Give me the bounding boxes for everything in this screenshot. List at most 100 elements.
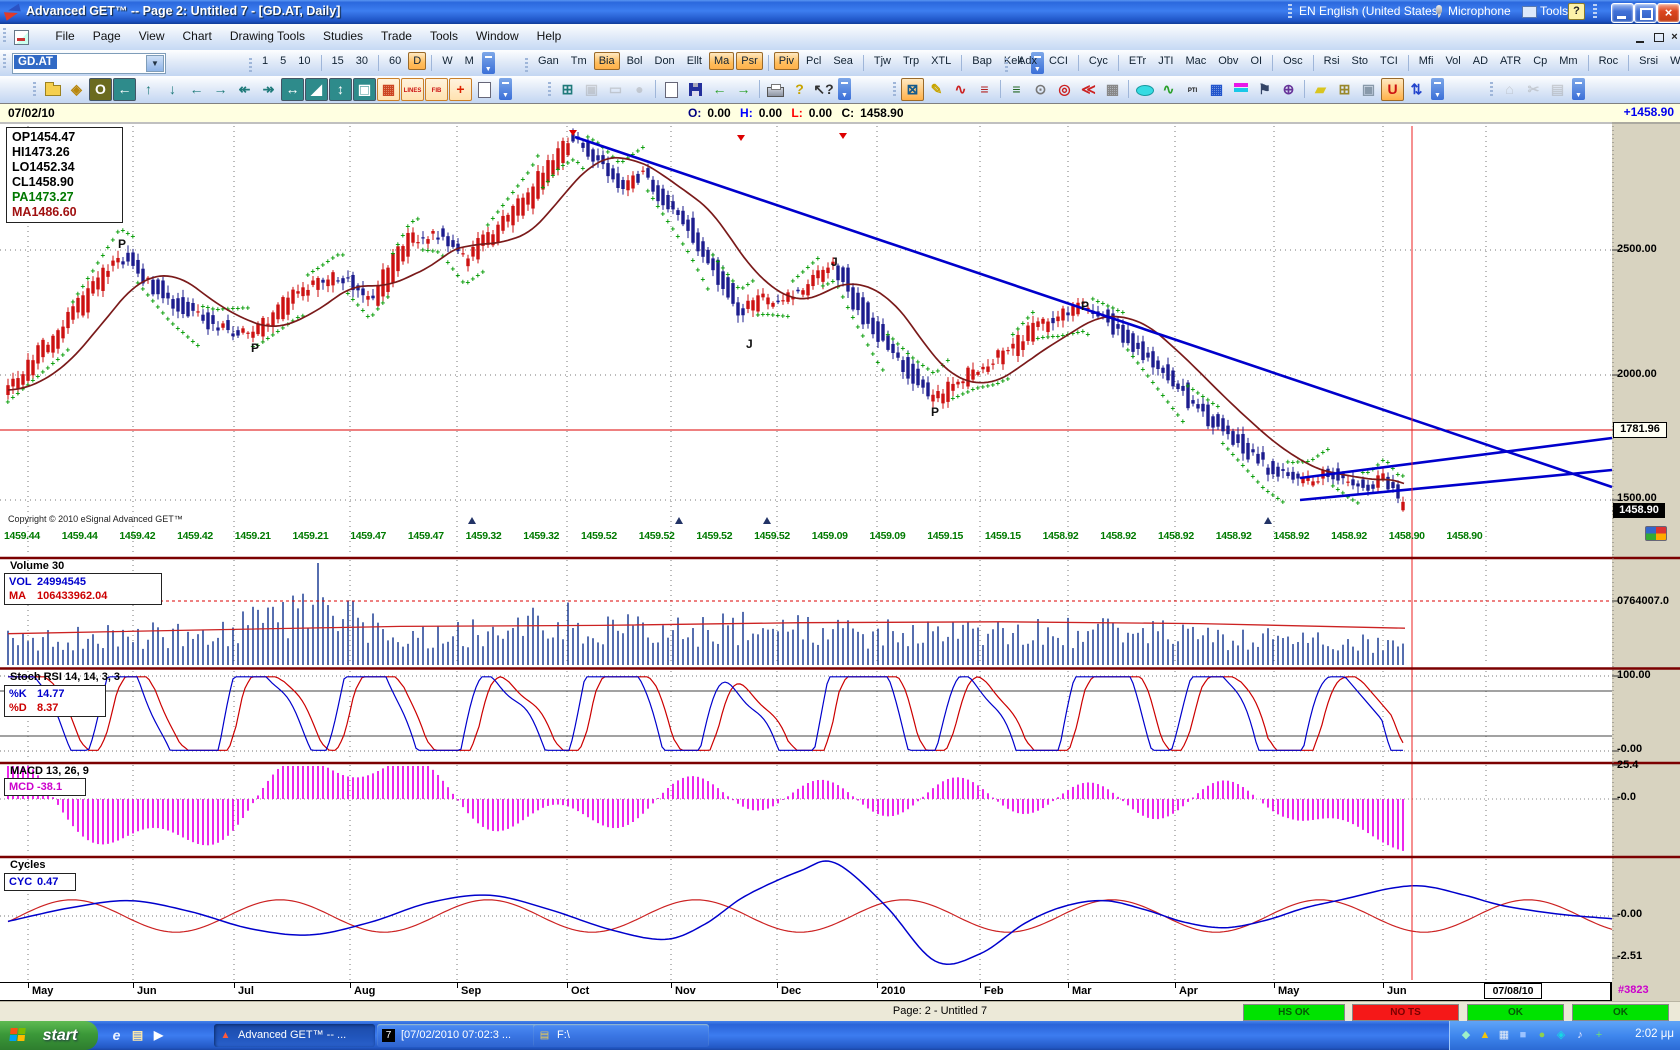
- indicator-button-vol[interactable]: Vol: [1440, 52, 1465, 70]
- timeframe-button-15[interactable]: 15: [327, 52, 349, 70]
- timeframe-button-d[interactable]: D: [408, 52, 426, 70]
- study-button-psr[interactable]: Psr: [736, 52, 763, 70]
- indicator-button-cp[interactable]: Cp: [1528, 52, 1552, 70]
- menu-studies[interactable]: Studies: [314, 24, 372, 47]
- language-help-button[interactable]: ?: [1568, 3, 1585, 20]
- highlight-marker-icon[interactable]: ▰: [1309, 78, 1332, 101]
- study-button-trp[interactable]: Trp: [898, 52, 924, 70]
- fib-levels-icon[interactable]: ≡: [1005, 78, 1028, 101]
- taskbar-clock[interactable]: 2:02 μμ: [1635, 1028, 1674, 1040]
- study-button-tjw[interactable]: Tjw: [869, 52, 896, 70]
- new-page-icon[interactable]: [660, 78, 683, 101]
- menu-drawing-tools[interactable]: Drawing Tools: [221, 24, 314, 47]
- toolbar-grip[interactable]: [893, 82, 896, 98]
- open-folder-icon[interactable]: [41, 78, 64, 101]
- snap-scale-icon[interactable]: ⇅: [1405, 78, 1428, 101]
- symbol-combobox[interactable]: GD.AT ▼: [12, 53, 166, 74]
- tray-icon-4[interactable]: ■: [1515, 1028, 1531, 1043]
- import-data-icon[interactable]: ←: [708, 78, 731, 101]
- toolbar-dropdown-icon[interactable]: [838, 78, 851, 100]
- minimize-button[interactable]: [1611, 3, 1634, 23]
- indicator-button-wr[interactable]: Wr: [1665, 52, 1680, 70]
- menu-page[interactable]: Page: [84, 24, 130, 47]
- child-close-button[interactable]: ×: [1666, 30, 1680, 45]
- step-right-icon[interactable]: ↠: [257, 78, 280, 101]
- scroll-up-icon[interactable]: ↑: [137, 78, 160, 101]
- zoom-plus-icon[interactable]: ⊕: [1277, 78, 1300, 101]
- menu-help[interactable]: Help: [528, 24, 571, 47]
- dot-grid-icon[interactable]: ▦: [377, 78, 400, 101]
- chart-wizard-icon[interactable]: ◈: [65, 78, 88, 101]
- step-left-icon[interactable]: ↞: [233, 78, 256, 101]
- timeframe-button-1[interactable]: 1: [257, 52, 273, 70]
- menu-chart[interactable]: Chart: [174, 24, 221, 47]
- back-arrow-icon[interactable]: ←: [113, 78, 136, 101]
- quick-launch-desktop-icon[interactable]: ▤: [129, 1027, 146, 1044]
- tray-icon-2[interactable]: ▲: [1477, 1028, 1493, 1043]
- taskbar-task-drive-folder-icon[interactable]: ▤F:\: [533, 1024, 709, 1047]
- timeframe-button-m[interactable]: M: [460, 52, 479, 70]
- gann-fan-icon[interactable]: ≪: [1077, 78, 1100, 101]
- toolbar-dropdown-icon[interactable]: [499, 78, 512, 100]
- tray-icon-1[interactable]: ◆: [1458, 1028, 1474, 1043]
- study-button-bol[interactable]: Bol: [622, 52, 648, 70]
- language-bar-handle[interactable]: [1288, 4, 1292, 19]
- toolbar-grip[interactable]: [1005, 58, 1008, 74]
- esignal-logo-icon[interactable]: [1645, 526, 1667, 541]
- lines-icon[interactable]: LINES: [401, 78, 424, 101]
- toolbar-grip[interactable]: [3, 54, 6, 70]
- restore-button[interactable]: [1634, 3, 1657, 23]
- study-button-don[interactable]: Don: [650, 52, 680, 70]
- save-icon[interactable]: [684, 78, 707, 101]
- chart-canvas[interactable]: ++++++++++++++++++++++++++++++++++++++++…: [0, 122, 1680, 982]
- indicator-button-cci[interactable]: CCI: [1044, 52, 1073, 70]
- chart-window-icon[interactable]: ⊞: [556, 78, 579, 101]
- compress-width-icon[interactable]: ↔: [281, 78, 304, 101]
- indicator-button-ad[interactable]: AD: [1468, 52, 1493, 70]
- compress-height-icon[interactable]: ↕: [329, 78, 352, 101]
- language-tools-button[interactable]: Tools: [1540, 4, 1568, 18]
- time-clock-icon[interactable]: ⊙: [1029, 78, 1052, 101]
- indicator-button-cyc[interactable]: Cyc: [1084, 52, 1113, 70]
- timeframe-button-w[interactable]: W: [437, 52, 457, 70]
- copy-page-icon[interactable]: ▣: [1357, 78, 1380, 101]
- indicator-button-roc[interactable]: Roc: [1594, 52, 1624, 70]
- print-icon[interactable]: [764, 78, 787, 101]
- toolbar-dropdown-icon[interactable]: [1431, 78, 1444, 100]
- target-circles-icon[interactable]: ◎: [1053, 78, 1076, 101]
- menu-tools[interactable]: Tools: [421, 24, 467, 47]
- indicator-button-tci[interactable]: TCI: [1375, 52, 1403, 70]
- study-button-ma[interactable]: Ma: [709, 52, 734, 70]
- toolbar-grip[interactable]: [548, 82, 551, 98]
- child-restore-button[interactable]: [1650, 30, 1667, 45]
- indicator-button-obv[interactable]: Obv: [1213, 52, 1243, 70]
- xtl-wave-icon[interactable]: ∿: [1157, 78, 1180, 101]
- scroll-left-icon[interactable]: ←: [185, 78, 208, 101]
- tray-icon-3[interactable]: ▦: [1496, 1028, 1512, 1043]
- mob-grid-icon[interactable]: ▦: [1205, 78, 1228, 101]
- timeframe-button-5[interactable]: 5: [275, 52, 291, 70]
- toolbar-grip[interactable]: [33, 82, 36, 98]
- menu-view[interactable]: View: [130, 24, 174, 47]
- projection-flag-icon[interactable]: ⚑: [1253, 78, 1276, 101]
- page-edit-icon[interactable]: [473, 78, 496, 101]
- study-button-tm[interactable]: Tm: [566, 52, 592, 70]
- timeframe-button-60[interactable]: 60: [384, 52, 406, 70]
- pti-icon[interactable]: PTI: [1181, 78, 1204, 101]
- indicator-button-oi[interactable]: OI: [1245, 52, 1267, 70]
- toolbar-dropdown-icon[interactable]: [1572, 78, 1585, 100]
- taskbar-task-log-window-icon[interactable]: 7[07/02/2010 07:02:3 ...: [377, 1024, 543, 1047]
- language-bar-options[interactable]: [1593, 4, 1597, 19]
- fib-icon[interactable]: FIB: [425, 78, 448, 101]
- quick-launch-browser-icon[interactable]: e: [108, 1027, 125, 1044]
- draw-pencil-icon[interactable]: ✎: [925, 78, 948, 101]
- start-button[interactable]: start: [0, 1021, 98, 1050]
- indicator-button-etr[interactable]: ETr: [1124, 52, 1151, 70]
- mob-icon[interactable]: [1229, 78, 1252, 101]
- zoom-box-icon[interactable]: ◢: [305, 78, 328, 101]
- symbol-dropdown-icon[interactable]: ▼: [146, 55, 164, 72]
- close-button[interactable]: ×: [1657, 3, 1680, 23]
- tray-icon-6[interactable]: ◈: [1553, 1028, 1569, 1043]
- microphone-button[interactable]: Microphone: [1448, 4, 1511, 18]
- indicator-button-mm[interactable]: Mm: [1554, 52, 1582, 70]
